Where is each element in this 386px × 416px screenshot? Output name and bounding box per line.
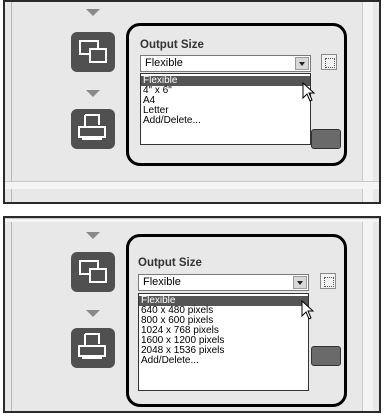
option-add-delete[interactable]: Add/Delete... xyxy=(139,356,308,366)
crop-icon[interactable] xyxy=(321,54,337,70)
output-size-label: Output Size xyxy=(140,39,204,51)
resize-windows-icon[interactable] xyxy=(71,32,115,72)
output-size-label: Output Size xyxy=(138,257,202,269)
action-button[interactable] xyxy=(311,346,341,366)
output-size-select[interactable]: Flexible xyxy=(140,55,311,72)
down-arrow-icon xyxy=(86,90,100,97)
output-size-panel-2: Output Size Flexible Flexible 640 x 480 … xyxy=(3,216,381,413)
selected-value: Flexible xyxy=(143,276,181,288)
output-size-dropdown-list[interactable]: Flexible 4" x 6" A4 Letter Add/Delete... xyxy=(140,73,311,145)
option-add-delete[interactable]: Add/Delete... xyxy=(141,116,310,126)
chevron-down-icon[interactable] xyxy=(295,57,309,70)
down-arrow-icon xyxy=(86,9,100,16)
output-size-dropdown-list[interactable]: Flexible 640 x 480 pixels 800 x 600 pixe… xyxy=(138,293,309,391)
top-strip xyxy=(5,218,379,222)
mouse-pointer-icon xyxy=(302,82,316,102)
down-arrow-icon xyxy=(86,232,100,239)
down-arrow-icon xyxy=(86,310,100,317)
action-button[interactable] xyxy=(311,129,341,149)
panel-edge xyxy=(11,218,12,411)
crop-icon[interactable] xyxy=(320,273,336,289)
resize-windows-icon[interactable] xyxy=(71,252,115,292)
bottom-strip xyxy=(5,181,379,189)
panel-edge xyxy=(11,2,12,202)
mouse-pointer-icon xyxy=(301,300,315,320)
side-scroll-strip[interactable] xyxy=(362,218,373,411)
chevron-down-icon[interactable] xyxy=(293,276,307,289)
selected-value: Flexible xyxy=(145,57,183,69)
output-size-panel-1: Output Size Flexible Flexible 4" x 6" A4… xyxy=(3,0,381,204)
option-4x6[interactable]: 4" x 6" xyxy=(141,86,310,96)
print-icon[interactable] xyxy=(71,328,115,368)
side-scroll-strip[interactable] xyxy=(362,2,373,202)
print-icon[interactable] xyxy=(71,109,115,149)
output-size-select[interactable]: Flexible xyxy=(138,274,309,291)
